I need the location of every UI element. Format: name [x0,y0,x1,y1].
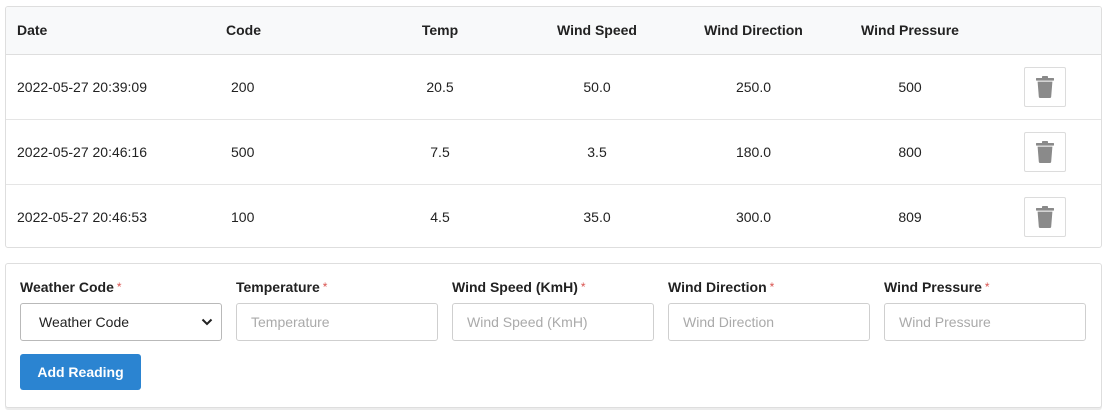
cell-code: 100 [213,183,361,247]
wind-direction-input[interactable] [668,303,870,341]
cell-actions [988,54,1101,119]
table-row: 2022-05-27 20:46:53 100 4.5 35.0 300.0 8… [6,183,1101,247]
delete-button[interactable] [1023,66,1066,107]
cell-wind-speed: 35.0 [519,183,675,247]
required-marker: * [116,280,122,294]
delete-button[interactable] [1023,196,1066,237]
weather-code-label: Weather Code * [20,279,122,295]
col-header-temp[interactable]: Temp [361,7,519,55]
add-reading-form: Weather Code * Weather Code Temperature * … [5,263,1102,408]
wind-pressure-label: Wind Pressure * [884,279,990,295]
weather-code-field: Weather Code * Weather Code [20,277,222,341]
col-header-wind-direction[interactable]: Wind Direction [675,7,832,55]
wind-speed-field: Wind Speed (KmH) * [452,277,654,341]
required-marker: * [769,280,775,294]
weather-code-select[interactable]: Weather Code [20,303,222,341]
table-header-row: Date Code Temp Wind Speed Wind Direction… [6,7,1101,55]
cell-code: 500 [213,118,361,184]
cell-temp: 7.5 [361,118,519,184]
cell-wind-direction: 300.0 [675,183,832,247]
cell-wind-pressure: 500 [898,78,922,95]
cell-wind-direction: 180.0 [675,118,832,184]
required-marker: * [322,280,328,294]
cell-actions [988,118,1101,184]
wind-pressure-field: Wind Pressure * [884,277,1086,341]
delete-button[interactable] [1023,131,1066,172]
cell-wind-pressure: 809 [832,183,988,247]
wind-direction-label: Wind Direction * [668,279,775,295]
temperature-field: Temperature * [236,277,438,341]
cell-date: 2022-05-27 20:46:53 [6,183,213,247]
cell-temp: 4.5 [361,183,519,247]
readings-table: Date Code Temp Wind Speed Wind Direction… [6,7,1101,247]
temperature-label: Temperature * [236,279,328,295]
table-row: 2022-05-27 20:39:09 200 20.5 50.0 250.0 … [6,54,1101,119]
cell-temp: 20.5 [426,78,454,95]
cell-wind-pressure: 800 [832,118,988,184]
table-row: 2022-05-27 20:46:16 500 7.5 3.5 180.0 80… [6,118,1101,184]
cell-wind-speed: 3.5 [519,118,675,184]
trash-icon [1035,75,1054,98]
wind-speed-input[interactable] [452,303,654,341]
col-header-code[interactable]: Code [213,7,361,55]
cell-code: 200 [231,78,255,95]
required-marker: * [580,280,586,294]
col-header-wind-pressure[interactable]: Wind Pressure [832,7,988,55]
col-header-wind-speed[interactable]: Wind Speed [519,7,675,55]
required-marker: * [984,280,990,294]
cell-actions [988,183,1101,247]
wind-speed-label: Wind Speed (KmH) * [452,279,586,295]
cell-date: 2022-05-27 20:46:16 [6,118,213,184]
col-header-actions [988,7,1101,55]
cell-date: 2022-05-27 20:39:09 [17,78,147,95]
trash-icon [1035,140,1054,163]
cell-wind-speed: 50.0 [583,78,611,95]
col-header-date[interactable]: Date [6,7,213,55]
cell-wind-direction: 250.0 [735,78,772,95]
trash-icon [1035,205,1054,228]
wind-direction-field: Wind Direction * [668,277,870,341]
add-reading-button[interactable]: Add Reading [20,354,141,390]
wind-pressure-input[interactable] [884,303,1086,341]
readings-table-card: Date Code Temp Wind Speed Wind Direction… [5,6,1102,248]
weather-code-selected-value: Weather Code [39,314,130,330]
temperature-input[interactable] [236,303,438,341]
